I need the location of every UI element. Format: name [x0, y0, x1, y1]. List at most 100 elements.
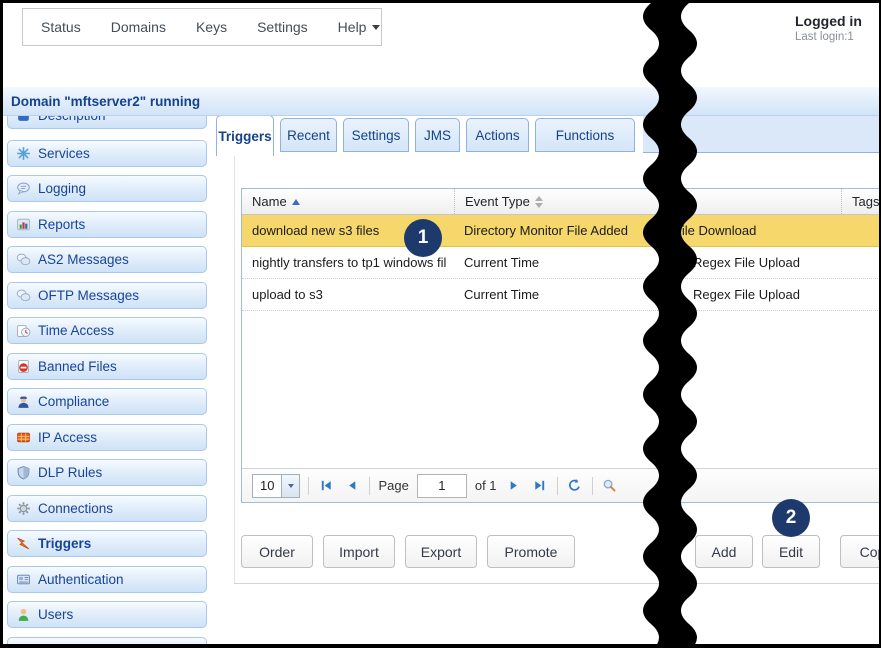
- oftp-messages-icon: [16, 288, 31, 303]
- sidebar-item-label: Connections: [38, 501, 113, 516]
- sidebar-item-label: Reports: [38, 217, 85, 232]
- chevron-down-icon: [372, 25, 380, 30]
- page-label: Page: [378, 478, 408, 493]
- tab-actions[interactable]: Actions: [466, 118, 529, 152]
- sidebar-item-label: Banned Files: [38, 359, 117, 374]
- column-header-name[interactable]: Name: [242, 189, 454, 214]
- tab-label: Recent: [287, 128, 330, 143]
- page-number-input[interactable]: [417, 474, 467, 498]
- tab-label: JMS: [424, 128, 451, 143]
- column-label: Event Type: [465, 194, 530, 209]
- table-row[interactable]: download new s3 files Directory Monitor …: [242, 215, 880, 247]
- sidebar-item-authentication[interactable]: Authentication: [7, 566, 207, 593]
- sidebar-item-dlp-rules[interactable]: DLP Rules: [7, 459, 207, 486]
- prev-page-button[interactable]: [343, 477, 361, 495]
- ip-access-icon: [16, 430, 31, 445]
- page-size-value: 10: [253, 478, 281, 493]
- sidebar-item-label: Time Access: [38, 323, 114, 338]
- reports-icon: [16, 217, 31, 232]
- cell-event-type-fragment: Regex File Upload: [693, 279, 838, 310]
- search-icon[interactable]: [601, 477, 619, 495]
- table-row[interactable]: upload to s3 Current Time Regex File Upl…: [242, 279, 880, 311]
- copy-button[interactable]: Copy: [840, 535, 881, 568]
- menu-help[interactable]: Help: [338, 19, 381, 35]
- sidebar-item-label: AS2 Messages: [38, 252, 129, 267]
- table-row[interactable]: nightly transfers to tp1 windows fil Cur…: [242, 247, 880, 279]
- promote-button[interactable]: Promote: [487, 535, 575, 568]
- authentication-icon: [16, 572, 31, 587]
- triggers-icon: [16, 536, 31, 551]
- sidebar-item-time-access[interactable]: Time Access: [7, 317, 207, 344]
- tab-label: Actions: [475, 128, 519, 143]
- logged-in-text: Logged in: [795, 13, 881, 29]
- annotation-circle-2: 2: [772, 499, 810, 537]
- page-size-select[interactable]: 10: [252, 474, 300, 498]
- menu-help-label: Help: [338, 19, 367, 35]
- sidebar-item-label: IP Access: [38, 430, 97, 445]
- button-label: Import: [339, 544, 379, 560]
- cell-event-type-fragment: Regex File Upload: [693, 247, 838, 278]
- annotation-number: 1: [418, 227, 429, 249]
- menu-domains[interactable]: Domains: [111, 19, 166, 35]
- sidebar-item-partial[interactable]: [7, 637, 207, 648]
- login-info: Logged in Last login:1: [795, 13, 881, 43]
- sidebar-item-ip-access[interactable]: IP Access: [7, 424, 207, 451]
- button-label: Promote: [505, 544, 558, 560]
- refresh-icon[interactable]: [566, 477, 584, 495]
- pagination-toolbar: 10 Page of 1: [242, 468, 880, 502]
- sidebar-item-compliance[interactable]: Compliance: [7, 388, 207, 415]
- dlp-rules-icon: [16, 465, 31, 480]
- compliance-icon: [16, 394, 31, 409]
- tab-label: Triggers: [218, 129, 271, 144]
- sidebar-item-services[interactable]: Services: [7, 140, 207, 167]
- export-button[interactable]: Export: [405, 535, 477, 568]
- edit-button[interactable]: Edit: [762, 535, 820, 568]
- last-login-text: Last login:1: [795, 31, 881, 43]
- sort-both-icon: [535, 196, 543, 208]
- domain-status-bar: Domain "mftserver2" running: [3, 87, 879, 116]
- tab-recent[interactable]: Recent: [280, 118, 337, 152]
- first-page-button[interactable]: [317, 477, 335, 495]
- next-page-button[interactable]: [505, 477, 523, 495]
- sidebar-item-triggers[interactable]: Triggers: [7, 530, 207, 557]
- menu-status[interactable]: Status: [41, 19, 81, 35]
- content-panel-left-border: [234, 155, 235, 583]
- tab-settings[interactable]: Settings: [343, 118, 409, 152]
- sidebar-item-as2-messages[interactable]: AS2 Messages: [7, 246, 207, 273]
- column-header-tags[interactable]: Tags: [841, 189, 880, 214]
- button-label: Export: [421, 544, 461, 560]
- column-label: Name: [252, 194, 287, 209]
- tab-label: Functions: [556, 128, 615, 143]
- add-button[interactable]: Add: [695, 535, 753, 568]
- button-label: Add: [712, 544, 737, 560]
- sidebar-item-logging[interactable]: Logging: [7, 175, 207, 202]
- sidebar-item-label: Compliance: [38, 394, 109, 409]
- screenshot-frame: Status Domains Keys Settings Help Logged…: [0, 0, 881, 648]
- import-button[interactable]: Import: [323, 535, 395, 568]
- tab-jms[interactable]: JMS: [415, 118, 460, 152]
- menu-keys[interactable]: Keys: [196, 19, 227, 35]
- last-page-button[interactable]: [531, 477, 549, 495]
- sidebar-item-label: Services: [38, 146, 90, 161]
- annotation-circle-1: 1: [404, 219, 442, 257]
- cell-name: upload to s3: [252, 279, 452, 310]
- order-button[interactable]: Order: [241, 535, 313, 568]
- page-count-label: of 1: [475, 478, 497, 493]
- tab-triggers[interactable]: Triggers: [216, 115, 274, 156]
- tab-label: Settings: [352, 128, 401, 143]
- banned-files-icon: [16, 359, 31, 374]
- sidebar-item-label: DLP Rules: [38, 465, 102, 480]
- cell-event-type: Current Time: [464, 247, 664, 278]
- tab-functions[interactable]: Functions: [535, 118, 635, 152]
- button-label: Edit: [779, 544, 803, 560]
- sidebar-item-banned-files[interactable]: Banned Files: [7, 353, 207, 380]
- time-access-icon: [16, 323, 31, 338]
- sidebar-item-oftp-messages[interactable]: OFTP Messages: [7, 282, 207, 309]
- annotation-number: 2: [786, 507, 797, 529]
- menu-settings[interactable]: Settings: [257, 19, 308, 35]
- sidebar-item-users[interactable]: Users: [7, 601, 207, 628]
- column-header-event-type[interactable]: Event Type: [454, 189, 841, 214]
- sidebar-nav: Description Services Logging Reports AS2…: [7, 116, 217, 648]
- sidebar-item-connections[interactable]: Connections: [7, 495, 207, 522]
- sidebar-item-reports[interactable]: Reports: [7, 211, 207, 238]
